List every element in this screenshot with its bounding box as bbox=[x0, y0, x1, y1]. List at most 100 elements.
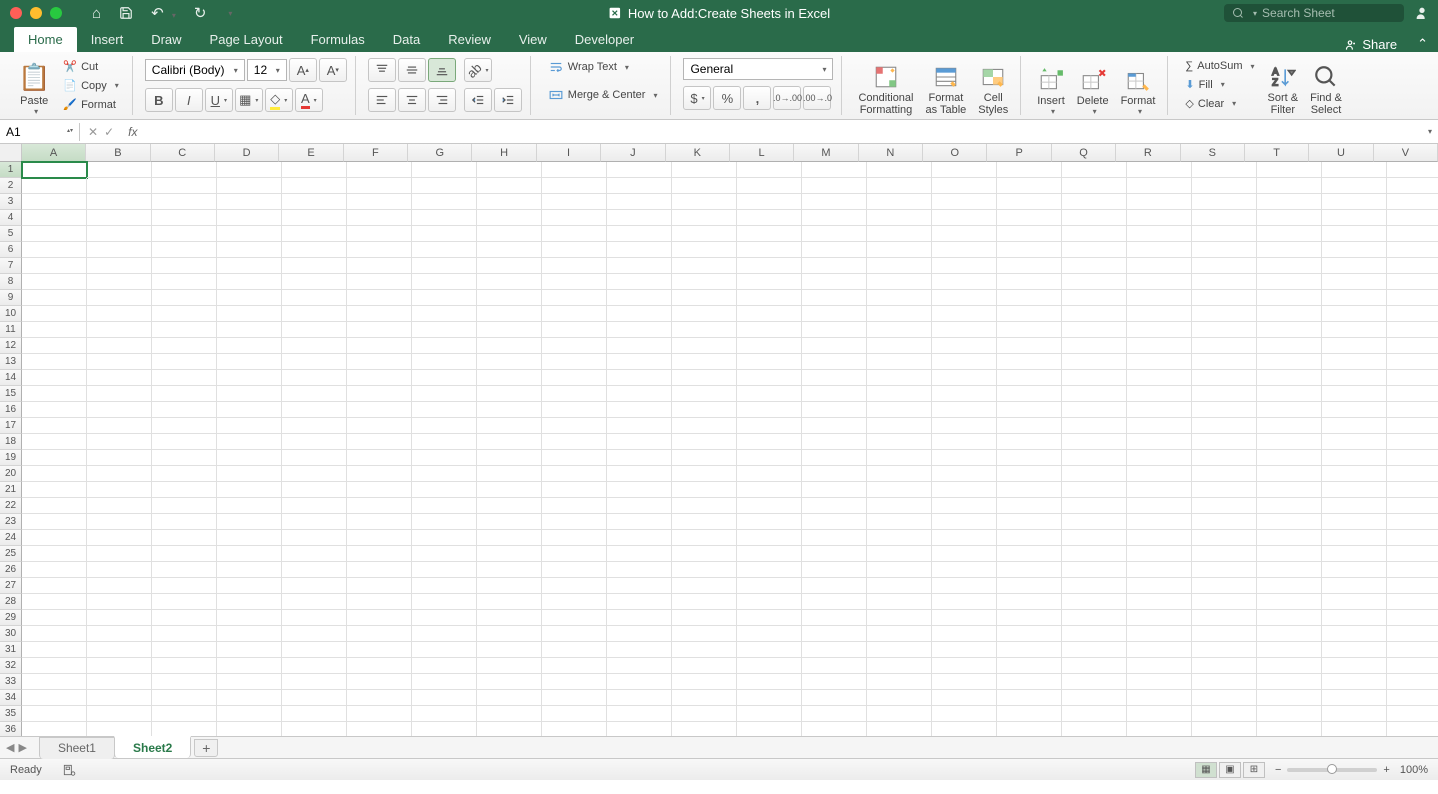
cell[interactable] bbox=[802, 274, 867, 290]
cell[interactable] bbox=[542, 562, 607, 578]
cell[interactable] bbox=[1387, 562, 1438, 578]
cell[interactable] bbox=[22, 482, 87, 498]
percent-format-button[interactable]: % bbox=[713, 86, 741, 110]
cell[interactable] bbox=[1257, 658, 1322, 674]
cell[interactable] bbox=[347, 386, 412, 402]
cell[interactable] bbox=[477, 690, 542, 706]
tab-insert[interactable]: Insert bbox=[77, 27, 138, 52]
cell[interactable] bbox=[672, 674, 737, 690]
sort-filter-button[interactable]: AZ Sort &Filter bbox=[1264, 58, 1303, 118]
cell[interactable] bbox=[22, 370, 87, 386]
qat-customize-icon[interactable]: ▾ bbox=[228, 9, 232, 18]
row-header[interactable]: 36 bbox=[0, 722, 22, 736]
cell[interactable] bbox=[412, 370, 477, 386]
cell[interactable] bbox=[1127, 178, 1192, 194]
spreadsheet-grid[interactable]: ABCDEFGHIJKLMNOPQRSTUV 12345678910111213… bbox=[0, 144, 1438, 736]
cell[interactable] bbox=[607, 402, 672, 418]
cell[interactable] bbox=[87, 530, 152, 546]
row-header[interactable]: 19 bbox=[0, 450, 22, 466]
cell[interactable] bbox=[282, 226, 347, 242]
font-size-combo[interactable]: 12▾ bbox=[247, 59, 287, 81]
cell[interactable] bbox=[1257, 322, 1322, 338]
cell[interactable] bbox=[22, 194, 87, 210]
cell[interactable] bbox=[477, 610, 542, 626]
cell[interactable] bbox=[1322, 706, 1387, 722]
cell[interactable] bbox=[282, 466, 347, 482]
cell[interactable] bbox=[867, 322, 932, 338]
cell[interactable] bbox=[1192, 514, 1257, 530]
cell[interactable] bbox=[282, 514, 347, 530]
cell[interactable] bbox=[347, 450, 412, 466]
cell[interactable] bbox=[997, 674, 1062, 690]
row-header[interactable]: 12 bbox=[0, 338, 22, 354]
cell[interactable] bbox=[672, 690, 737, 706]
cell[interactable] bbox=[217, 642, 282, 658]
cell[interactable] bbox=[737, 610, 802, 626]
cell[interactable] bbox=[217, 466, 282, 482]
cell[interactable] bbox=[997, 642, 1062, 658]
cell[interactable] bbox=[932, 658, 997, 674]
cell[interactable] bbox=[87, 610, 152, 626]
cell[interactable] bbox=[867, 706, 932, 722]
cell[interactable] bbox=[1062, 354, 1127, 370]
cell[interactable] bbox=[542, 386, 607, 402]
cell[interactable] bbox=[737, 514, 802, 530]
cell[interactable] bbox=[542, 290, 607, 306]
cell[interactable] bbox=[1322, 434, 1387, 450]
cell[interactable] bbox=[672, 578, 737, 594]
cell[interactable] bbox=[1192, 370, 1257, 386]
cell[interactable] bbox=[672, 370, 737, 386]
cell[interactable] bbox=[282, 594, 347, 610]
cell[interactable] bbox=[347, 482, 412, 498]
cell[interactable] bbox=[217, 162, 282, 178]
cell[interactable] bbox=[152, 434, 217, 450]
cell[interactable] bbox=[867, 226, 932, 242]
cell[interactable] bbox=[867, 546, 932, 562]
cell[interactable] bbox=[1387, 370, 1438, 386]
column-header[interactable]: M bbox=[794, 144, 858, 162]
cell[interactable] bbox=[672, 162, 737, 178]
cell[interactable] bbox=[1062, 706, 1127, 722]
cell[interactable] bbox=[1062, 370, 1127, 386]
cell[interactable] bbox=[347, 242, 412, 258]
column-header[interactable]: L bbox=[730, 144, 794, 162]
cell[interactable] bbox=[87, 386, 152, 402]
cell[interactable] bbox=[412, 514, 477, 530]
cell[interactable] bbox=[152, 562, 217, 578]
cell[interactable] bbox=[1062, 402, 1127, 418]
cell[interactable] bbox=[282, 642, 347, 658]
cell[interactable] bbox=[737, 530, 802, 546]
cell[interactable] bbox=[87, 498, 152, 514]
cell[interactable] bbox=[217, 226, 282, 242]
cell[interactable] bbox=[802, 642, 867, 658]
cell[interactable] bbox=[152, 290, 217, 306]
cell[interactable] bbox=[867, 178, 932, 194]
cell[interactable] bbox=[347, 722, 412, 736]
cell[interactable] bbox=[347, 402, 412, 418]
cell[interactable] bbox=[672, 626, 737, 642]
cell[interactable] bbox=[867, 402, 932, 418]
cell[interactable] bbox=[802, 386, 867, 402]
cell[interactable] bbox=[217, 482, 282, 498]
cell[interactable] bbox=[282, 178, 347, 194]
cell[interactable] bbox=[87, 178, 152, 194]
cell[interactable] bbox=[802, 578, 867, 594]
cell[interactable] bbox=[1127, 258, 1192, 274]
cell[interactable] bbox=[1127, 690, 1192, 706]
cell[interactable] bbox=[802, 178, 867, 194]
cell[interactable] bbox=[152, 450, 217, 466]
tab-developer[interactable]: Developer bbox=[561, 27, 648, 52]
cell[interactable] bbox=[412, 226, 477, 242]
column-header[interactable]: J bbox=[601, 144, 665, 162]
cell[interactable] bbox=[1127, 658, 1192, 674]
cell[interactable] bbox=[347, 226, 412, 242]
cell[interactable] bbox=[1127, 434, 1192, 450]
font-color-button[interactable]: A ▾ bbox=[295, 88, 323, 112]
cell[interactable] bbox=[867, 194, 932, 210]
row-header[interactable]: 29 bbox=[0, 610, 22, 626]
align-left-button[interactable] bbox=[368, 88, 396, 112]
cell[interactable] bbox=[152, 322, 217, 338]
cell[interactable] bbox=[672, 226, 737, 242]
format-as-table-button[interactable]: Formatas Table bbox=[922, 58, 971, 118]
tab-data[interactable]: Data bbox=[379, 27, 434, 52]
